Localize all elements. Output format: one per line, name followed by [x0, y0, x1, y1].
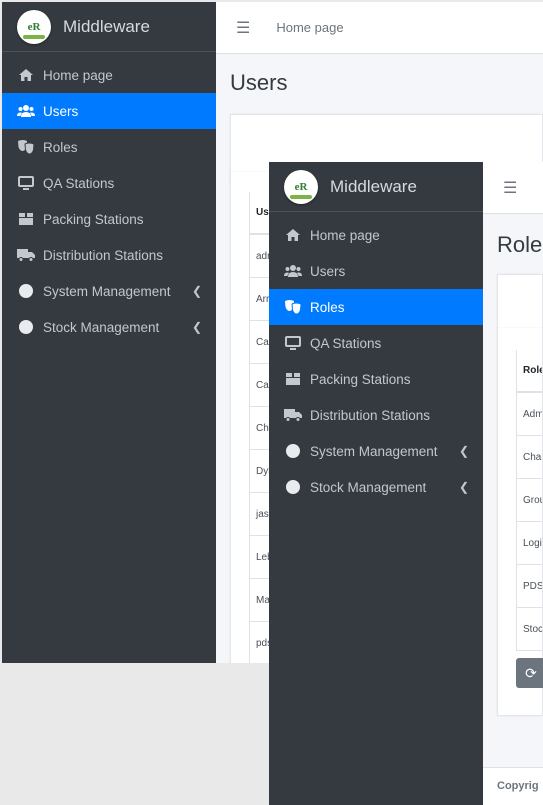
sidebar-item-label: Distribution Stations	[310, 407, 431, 423]
sidebar-item-label: Roles	[310, 299, 345, 315]
sidebar-item-roles[interactable]: Roles	[2, 129, 216, 165]
sidebar-item-qa-stations[interactable]: QA Stations	[269, 325, 483, 361]
brand-name: Middleware	[330, 176, 417, 196]
sidebar-item-label: Stock Management	[310, 479, 427, 495]
main-content: ☰ Role Role Adm Char Grou Logi PDS Stoc …	[483, 162, 543, 805]
masks-icon	[284, 299, 302, 315]
users-icon	[17, 103, 35, 119]
chevron-left-icon: ❮	[458, 444, 469, 458]
table-row[interactable]: Grou	[517, 479, 542, 522]
users-icon	[284, 263, 302, 279]
sidebar-item-label: Packing Stations	[310, 371, 411, 387]
sidebar-item-users[interactable]: Users	[2, 93, 216, 129]
sidebar-item-home-page[interactable]: Home page	[269, 217, 483, 253]
brand[interactable]: eR Middleware	[2, 2, 216, 52]
box-icon	[17, 211, 35, 227]
table-row[interactable]: Stoc	[517, 608, 542, 651]
sidebar-item-system-management[interactable]: System Management ❮	[2, 273, 216, 309]
table-row[interactable]: Adm	[517, 393, 542, 436]
footer: Copyrig	[483, 767, 543, 805]
masks-icon	[17, 139, 35, 155]
chevron-left-icon: ❮	[458, 480, 469, 494]
roles-table-card: Role Adm Char Grou Logi PDS Stoc ⟳	[497, 328, 543, 716]
sidebar-item-label: System Management	[310, 443, 438, 459]
monitor-icon	[284, 335, 302, 351]
home-icon	[17, 67, 35, 83]
page-title: Users	[230, 70, 288, 95]
sidebar-item-label: Home page	[310, 227, 380, 243]
sidebar-item-label: Home page	[43, 67, 113, 83]
sidebar-item-label: Stock Management	[43, 319, 160, 335]
chevron-left-icon: ❮	[191, 284, 202, 298]
sidebar-item-stock-management[interactable]: Stock Management ❮	[269, 469, 483, 505]
table-row[interactable]: Logi	[517, 522, 542, 565]
brand[interactable]: eR Middleware	[269, 162, 483, 212]
sidebar-item-distribution-stations[interactable]: Distribution Stations	[269, 397, 483, 433]
table-row[interactable]: PDS	[517, 565, 542, 608]
refresh-icon: ⟳	[525, 664, 537, 681]
sidebar-item-users[interactable]: Users	[269, 253, 483, 289]
roles-window: eR Middleware Home page Users Roles QA S…	[269, 162, 543, 805]
circle-icon	[284, 479, 302, 495]
sidebar-nav: Home page Users Roles QA Stations Packin…	[2, 52, 216, 345]
sidebar-item-stock-management[interactable]: Stock Management ❮	[2, 309, 216, 345]
sidebar: eR Middleware Home page Users Roles QA S…	[2, 2, 216, 663]
circle-icon	[17, 283, 35, 299]
breadcrumb-home-link[interactable]: Home page	[276, 20, 343, 35]
sidebar: eR Middleware Home page Users Roles QA S…	[269, 162, 483, 805]
box-icon	[284, 371, 302, 387]
chevron-left-icon: ❮	[191, 320, 202, 334]
roles-table: Role Adm Char Grou Logi PDS Stoc	[516, 350, 542, 651]
sidebar-item-home-page[interactable]: Home page	[2, 57, 216, 93]
sidebar-item-label: Users	[43, 103, 79, 119]
sidebar-item-label: System Management	[43, 283, 171, 299]
sidebar-item-label: QA Stations	[43, 175, 115, 191]
top-navbar: ☰ Home page	[216, 2, 543, 54]
sidebar-item-system-management[interactable]: System Management ❮	[269, 433, 483, 469]
sidebar-item-qa-stations[interactable]: QA Stations	[2, 165, 216, 201]
circle-icon	[17, 319, 35, 335]
sidebar-item-packing-stations[interactable]: Packing Stations	[2, 201, 216, 237]
page-title: Role	[497, 232, 543, 257]
sidebar-item-label: Users	[310, 263, 346, 279]
hamburger-menu-icon[interactable]: ☰	[503, 178, 517, 198]
top-navbar: ☰	[483, 162, 543, 214]
home-icon	[284, 227, 302, 243]
hamburger-menu-icon[interactable]: ☰	[236, 18, 250, 38]
sidebar-item-roles[interactable]: Roles	[269, 289, 483, 325]
sidebar-item-label: Distribution Stations	[43, 247, 164, 263]
refresh-button[interactable]: ⟳	[516, 658, 543, 688]
sidebar-item-label: Roles	[43, 139, 78, 155]
sidebar-item-label: QA Stations	[310, 335, 382, 351]
truck-icon	[17, 247, 35, 263]
monitor-icon	[17, 175, 35, 191]
brand-name: Middleware	[63, 16, 150, 36]
brand-logo: eR	[17, 9, 51, 44]
circle-icon	[284, 443, 302, 459]
brand-logo: eR	[284, 169, 318, 204]
sidebar-item-label: Packing Stations	[43, 211, 144, 227]
truck-icon	[284, 407, 302, 423]
sidebar-item-distribution-stations[interactable]: Distribution Stations	[2, 237, 216, 273]
table-row[interactable]: Char	[517, 436, 542, 479]
sidebar-item-packing-stations[interactable]: Packing Stations	[269, 361, 483, 397]
sidebar-nav: Home page Users Roles QA Stations Packin…	[269, 212, 483, 505]
card-header	[497, 274, 543, 330]
table-header[interactable]: Role	[517, 350, 542, 393]
